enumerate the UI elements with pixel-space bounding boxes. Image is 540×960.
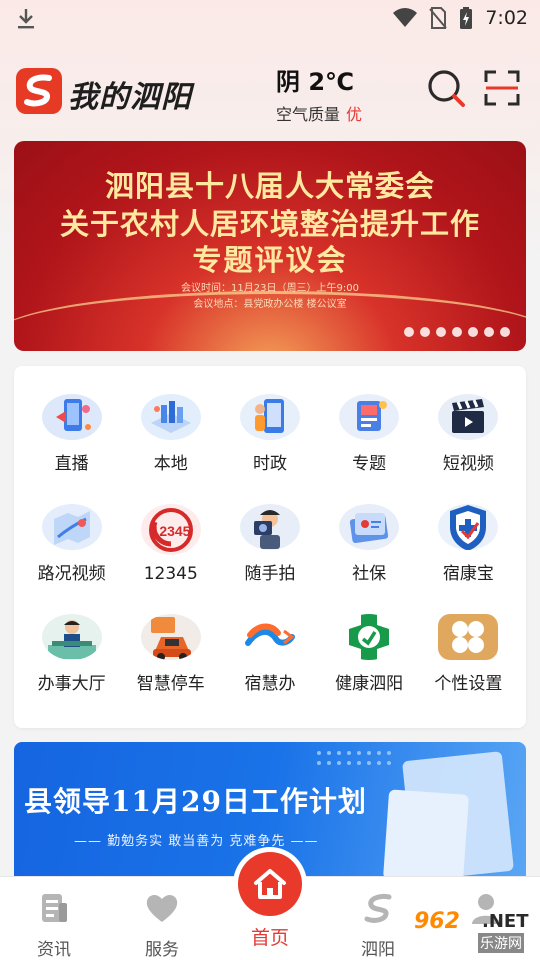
service-item-9[interactable]: 社保 [320,504,419,584]
air-quality-value: 优 [346,105,363,124]
status-bar: 7:02 [0,0,540,36]
service-label: 时政 [252,454,287,474]
service-label: 健康泗阳 [335,674,404,694]
work-plan-subtitle: —— 勤勉务实 敢当善为 克难争先 —— [74,834,319,849]
banner-line-1: 泗阳县十八届人大常委会 [104,169,435,203]
suhuiban-logo-icon [239,614,300,660]
service-item-7[interactable]: 12345 12345 [121,504,220,584]
hotline-12345-icon: 12345 [140,504,201,555]
battery-charging-icon [460,7,473,29]
banner-line-3: 专题评议会 [192,243,348,277]
smart-parking-car-icon [140,614,201,660]
service-label: 专题 [352,454,387,474]
live-broadcast-icon [41,394,102,440]
carousel-dot[interactable] [484,327,494,337]
service-label: 短视频 [442,454,494,474]
top-banner-carousel[interactable]: 泗阳县十八届人大常委会 关于农村人居环境整治提升工作 专题评议会 会议时间：11… [14,141,526,351]
service-label: 办事大厅 [37,674,106,694]
service-item-10[interactable]: 宿康宝 [419,504,518,584]
services-grid: 直播 本地 时政 专题 短视频路况视频 12345 12345 随手拍 社保 宿康宝办事大厅 智慧停… [22,394,518,694]
nav-news[interactable]: 资讯 [14,891,94,960]
air-quality-label: 空气质量 [276,105,341,124]
carousel-dot[interactable] [468,327,478,337]
service-item-3[interactable]: 时政 [220,394,319,474]
carousel-indicator[interactable] [404,327,510,337]
banner-meeting-place: 会议地点：县党政办公楼 楼公议室 [193,299,347,310]
search-icon[interactable] [426,68,466,108]
service-item-14[interactable]: 健康泗阳 [320,614,419,694]
carousel-dot[interactable] [420,327,430,337]
health-cross-icon [339,614,400,660]
siyang-logo-icon [364,894,392,923]
app-logo-icon [16,68,62,114]
service-label: 个性设置 [434,674,503,694]
services-card: 直播 本地 时政 专题 短视频路况视频 12345 12345 随手拍 社保 宿康宝办事大厅 智慧停… [14,366,526,728]
bottom-navigation: 资讯 服务 首页 泗阳 962 .NET 乐游网 [0,847,540,960]
weather-condition-temp: 阴 2℃ [276,68,355,96]
service-item-2[interactable]: 本地 [121,394,220,474]
air-quality: 空气质量优 [276,101,362,125]
watermark-sub: 乐游网 [478,933,524,953]
politics-news-icon [239,394,300,440]
clapperboard-icon [438,394,499,440]
special-topic-icon [339,394,400,440]
nav-services-label: 服务 [145,940,179,960]
social-security-card-icon [339,504,400,550]
work-plan-title: 县领导11月29日工作计划 [24,785,367,818]
service-label: 宿康宝 [442,564,494,584]
home-icon [254,869,286,899]
no-sim-icon [429,7,448,29]
heart-icon [146,894,178,922]
service-label: 直播 [54,454,89,474]
nav-services[interactable]: 服务 [122,891,202,960]
app-header: 我的泗阳 阴 2℃ 空气质量优 [0,60,540,124]
nav-home-label: 首页 [250,927,289,949]
news-icon [42,894,67,922]
service-hall-icon [41,614,102,660]
clock-time: 7:02 [485,7,528,29]
service-item-13[interactable]: 宿慧办 [220,614,319,694]
document-illustration-2 [382,789,470,882]
service-item-12[interactable]: 智慧停车 [121,614,220,694]
settings-grid-icon [438,614,499,660]
local-city-icon [140,394,201,440]
service-item-8[interactable]: 随手拍 [220,504,319,584]
service-item-1[interactable]: 直播 [22,394,121,474]
carousel-dot[interactable] [452,327,462,337]
banner-meeting-time: 会议时间：11月23日（周三）上午9:00 [181,283,359,294]
camera-photographer-icon [239,504,300,550]
weather-widget[interactable]: 阴 2℃ 空气质量优 [276,62,362,125]
service-label: 随手拍 [244,564,296,584]
road-map-icon [41,504,102,550]
nav-news-label: 资讯 [37,940,71,960]
wifi-icon [393,8,418,27]
service-label: 路况视频 [37,564,106,584]
service-item-11[interactable]: 办事大厅 [22,614,121,694]
watermark: 962 .NET 乐游网 [404,907,534,957]
service-item-4[interactable]: 专题 [320,394,419,474]
carousel-dot[interactable] [500,327,510,337]
service-label: 社保 [352,564,387,584]
service-item-5[interactable]: 短视频 [419,394,518,474]
download-icon [18,9,34,29]
service-item-6[interactable]: 路况视频 [22,504,121,584]
service-label: 宿慧办 [244,674,296,694]
watermark-brand: 962 [414,909,460,934]
app-title: 我的泗阳 [68,80,192,115]
shield-cross-icon [438,504,499,550]
nav-home[interactable] [233,847,307,921]
scan-icon[interactable] [482,68,522,108]
carousel-dot[interactable] [404,327,414,337]
dot-pattern-decoration [317,751,391,765]
carousel-dot[interactable] [436,327,446,337]
service-item-15[interactable]: 个性设置 [419,614,518,694]
watermark-net: .NET [482,911,529,932]
service-label: 本地 [153,454,188,474]
svg-text:12345: 12345 [151,523,190,539]
service-label: 12345 [143,564,198,584]
service-label: 智慧停车 [136,674,205,694]
